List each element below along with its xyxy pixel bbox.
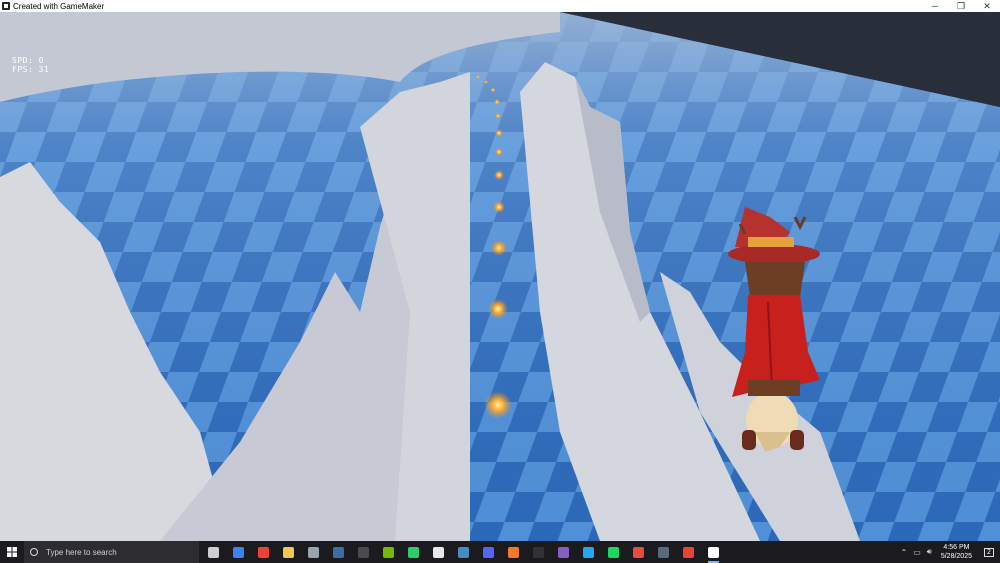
taskbar-visual-studio-button[interactable] [551,541,576,563]
volume-icon[interactable]: 🔊︎ [927,547,932,557]
taskbar-chrome-alt-button[interactable] [676,541,701,563]
search-placeholder: Type here to search [46,547,117,557]
taskbar: Type here to search ⌃ ▭ 🔊︎ 4:56 PM 5/28/… [0,541,1000,563]
taskbar-steam-button[interactable] [326,541,351,563]
taskbar-task-view-button[interactable] [201,541,226,563]
git-icon [408,546,419,558]
app-icon [358,546,369,558]
taskbar-discord-button[interactable] [476,541,501,563]
close-button[interactable]: ✕ [974,0,1000,12]
vscode-icon [583,546,594,558]
browser-icon [633,546,644,558]
steam-icon [333,546,344,558]
fps-readout: FPS: 31 [12,65,50,74]
search-icon [30,548,38,556]
gamemaker-icon [433,546,444,558]
taskbar-godot-button[interactable] [451,541,476,563]
taskbar-file-manager-button[interactable] [301,541,326,563]
taskbar-chrome-button[interactable] [251,541,276,563]
notification-button[interactable]: 2 [978,541,1000,563]
debug-hud: SPD: 0 FPS: 31 [12,56,49,74]
blender-icon [508,546,519,558]
taskbar-file-explorer-button[interactable] [276,541,301,563]
taskbar-vscode-button[interactable] [576,541,601,563]
notification-count: 2 [984,547,994,557]
file-manager-icon [308,546,319,558]
game-viewport[interactable]: SPD: 0 FPS: 31 [0,12,1000,541]
clock-date: 5/28/2025 [940,553,972,560]
clock-time: 4:56 PM [943,544,970,551]
taskbar-app-icons [201,541,726,563]
nvidia-icon [383,546,394,558]
game-scene [0,12,1000,541]
window-title: Created with GameMaker [13,1,105,11]
system-tray: ⌃ ▭ 🔊︎ 4:56 PM 5/28/2025 2 [898,541,1000,563]
taskbar-browser-button[interactable] [626,541,651,563]
speed-readout: SPD: 0 [12,56,44,65]
calculator-icon [658,546,669,558]
file-explorer-icon [283,546,294,558]
start-button[interactable] [0,541,24,563]
maximize-button[interactable]: ❐ [948,0,974,12]
gamemaker-app-icon [2,2,10,10]
taskbar-spotify-button[interactable] [601,541,626,563]
taskbar-gamemaker-runner-button[interactable] [701,541,726,563]
network-icon[interactable]: ▭ [913,548,921,557]
gamemaker-runner-icon [708,546,719,558]
taskbar-clock[interactable]: 4:56 PM 5/28/2025 [941,543,972,561]
discord-icon [483,546,494,558]
visual-studio-icon [558,546,569,558]
taskbar-nvidia-button[interactable] [376,541,401,563]
windows-logo-icon [7,547,17,557]
taskbar-blender-button[interactable] [501,541,526,563]
chrome-icon [258,546,269,558]
chevron-up-icon[interactable]: ⌃ [901,548,908,557]
minimize-button[interactable]: ─ [922,0,948,12]
chrome-alt-icon [683,546,694,558]
widgets-icon [233,546,244,558]
taskbar-search-box[interactable]: Type here to search [24,541,199,563]
taskbar-app-button[interactable] [351,541,376,563]
taskbar-widgets-button[interactable] [226,541,251,563]
godot-icon [458,546,469,558]
taskbar-epic-games-button[interactable] [526,541,551,563]
task-view-icon [208,546,219,558]
taskbar-git-button[interactable] [401,541,426,563]
window-titlebar: Created with GameMaker ─ ❐ ✕ [0,0,1000,12]
spotify-icon [608,546,619,558]
epic-games-icon [533,546,544,558]
taskbar-gamemaker-button[interactable] [426,541,451,563]
taskbar-calculator-button[interactable] [651,541,676,563]
